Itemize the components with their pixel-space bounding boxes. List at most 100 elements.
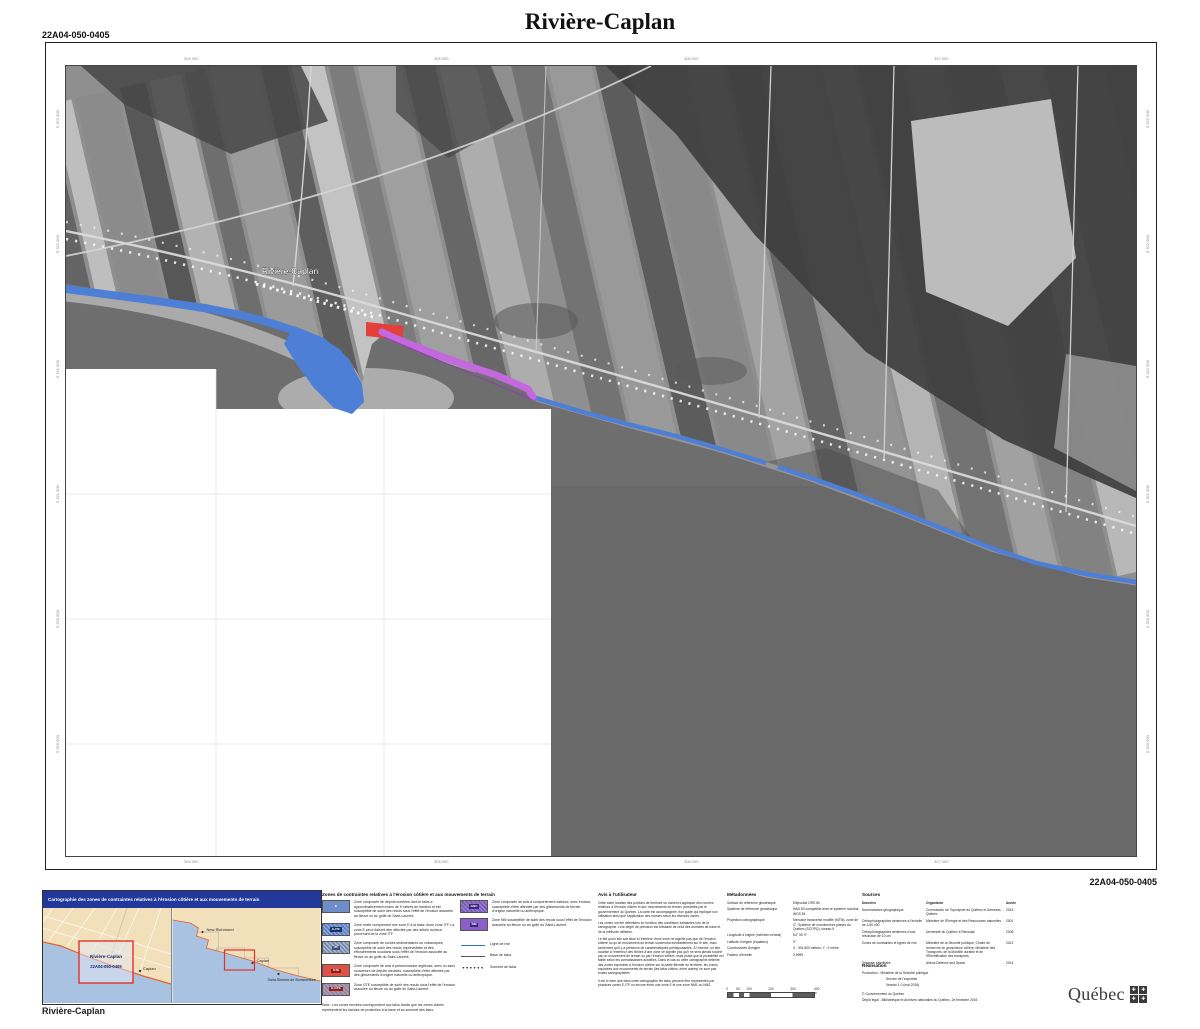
metadata-value: 0,9999 [793, 953, 859, 957]
zone-swatch-nm: NM [460, 918, 488, 931]
metadata-label: Projection cartographique [727, 918, 791, 931]
source-year: 2013 [1006, 908, 1024, 917]
source-org: Ministère de la Sécurité publique; Chair… [926, 941, 1002, 958]
legend-line-item: Ligne de rive [460, 942, 594, 949]
metadata-table: Surface de référence géodésique Ellipsoï… [727, 901, 859, 957]
legend-line-item: ▼▼▼▼▼▼ Sommet de talus [460, 965, 594, 972]
shoreline-symbol [460, 942, 486, 949]
metadata-value: X : 304 800 mètres; Y : 0 mètre [793, 946, 859, 950]
source-org: Commission de Toponymie du Québec et Adr… [926, 908, 1002, 917]
quebec-logo: Québec [1068, 984, 1147, 1005]
sources-table: Données Organisme Année Nomenclature géo… [862, 901, 1032, 965]
sheet-number-top: 22A04-050-0405 [42, 30, 110, 40]
coord-label: 5 321 000 [55, 485, 60, 503]
source-year: 2001 [1006, 919, 1024, 928]
no-data-grid [66, 369, 551, 856]
source-org: Airbus Defence and Space [926, 961, 1002, 965]
locator-inset: Cartographie des zones de contraintes re… [42, 890, 322, 1005]
legend-note: Note : Les zones foncées correspondent a… [322, 1003, 454, 1012]
legend-column-1: E Zone composée de dépôts meubles dont l… [322, 900, 456, 1012]
coord-label: 5 320 500 [55, 610, 60, 628]
legend-item: GTE Zone composée de sols à prédominance… [322, 964, 456, 978]
line-label: Ligne de rive [490, 942, 592, 949]
zone-code: GNC [469, 904, 479, 908]
coord-label: 5 320 500 [1145, 610, 1150, 628]
realisation-line: Production : Ministère de la Sécurité pu… [862, 971, 1052, 975]
metadata-value: Mercator transverse modifié (MTM), zone … [793, 918, 859, 931]
map-area: Rivière-Caplan [65, 65, 1137, 857]
source-data: Orthophotographies aériennes d'une résol… [862, 930, 922, 939]
quebec-flag-icon [1130, 986, 1148, 1004]
coord-label: 5 321 000 [1145, 485, 1150, 503]
source-data: Zones de contraintes et lignes de rive [862, 941, 922, 958]
source-org: Ministère de l'Énergie et des Ressources… [926, 919, 1002, 928]
coord-label: 5 320 000 [55, 735, 60, 753]
zone-swatch-e-gte: E-GTE [322, 983, 350, 996]
zone-swatch-itf: ITF [322, 941, 350, 954]
copyright-line: © Gouvernement du Québec [862, 992, 1052, 996]
line-label: Base de talus [490, 953, 592, 960]
coord-label: 5 320 000 [1145, 735, 1150, 753]
sheet-number-bottom: 22A04-050-0405 [1080, 877, 1157, 887]
coord-label: 304 000 [184, 859, 198, 864]
zone-swatch-e: E [322, 900, 350, 913]
source-data: Nomenclature géographique [862, 908, 922, 917]
coord-label: 5 321 500 [1145, 360, 1150, 378]
avis-paragraph: Les zones ont été délimitées en fonction… [598, 921, 724, 934]
scale-tick: 200 [768, 987, 774, 991]
sources-heading: Sources [862, 892, 880, 897]
sources-col-header: Année [1006, 901, 1024, 905]
legend-item: ITF Zone composée de roches sédimentaire… [322, 941, 456, 959]
realisation-heading: Réalisation [862, 963, 887, 968]
zone-description: Zone composée de sols à prédominance arg… [354, 964, 456, 978]
legend-item: GNC Zone composée de sols à comportement… [460, 900, 594, 914]
scale-tick: 0 [726, 987, 728, 991]
metadata-label: Système de référence géodésique [727, 907, 791, 916]
avis-column: Cette carte localise des portions de ter… [598, 901, 724, 987]
coord-label: 5 321 500 [55, 360, 60, 378]
zone-code: E-GTE [329, 987, 342, 991]
coord-label: 5 322 500 [1145, 110, 1150, 128]
inset-town-saint-simeon: Saint-Siméon-de-Bonaventure [268, 978, 316, 982]
avis-heading: Avis à l'utilisateur [598, 892, 637, 897]
coord-label: 5 322 000 [1145, 235, 1150, 253]
legend-item: E-GTE Zone GTE susceptible de subir des … [322, 983, 456, 996]
realisation-line: Service de l'expertise [886, 977, 1052, 981]
source-org: Université du Québec à Rimouski [926, 930, 1002, 939]
zone-description: Zone composée de sols à comportement sab… [492, 900, 594, 914]
coord-label: 307 000 [934, 56, 948, 61]
realisation-line: Version 1.0 (mai 2016) [886, 983, 1052, 987]
zone-description: Zone GTE susceptible de subir des reculs… [354, 983, 456, 996]
metadata-label: Facteur d'échelle [727, 953, 791, 957]
inset-caption: Rivière-Caplan [42, 1006, 105, 1016]
coord-label: 306 000 [684, 56, 698, 61]
metadata-heading: Métadonnées [727, 892, 756, 897]
metadata-label: Surface de référence géodésique [727, 901, 791, 905]
scale-tick: 100 [746, 987, 752, 991]
zone-description: Zone NM susceptible de subir des reculs … [492, 918, 594, 931]
scale-tick: 50 [736, 987, 740, 991]
legend-heading: Zones de contraintes relatives à l'érosi… [322, 892, 594, 897]
sheet-extent-rectangle [79, 941, 133, 983]
sources-col-header: Données [862, 901, 922, 905]
legend-column-2: GNC Zone composée de sols à comportement… [460, 900, 594, 976]
metadata-label: Latitude d'origine (équateur) [727, 940, 791, 944]
coord-label: 5 322 500 [55, 110, 60, 128]
coord-label: 305 000 [434, 859, 448, 864]
zone-description: Zone composée de dépôts meubles dont le … [354, 900, 456, 918]
legend-line-item: Base de talus [460, 953, 594, 960]
inset-town-caplan2: Caplan [257, 958, 270, 963]
legend-item: NM Zone NM susceptible de subir des recu… [460, 918, 594, 931]
metadata-value: 64° 30' 0" [793, 933, 859, 937]
coord-label: 305 000 [434, 56, 448, 61]
inset-town-caplan: Caplan [143, 966, 156, 971]
metadata-label: Coordonnées d'origine [727, 946, 791, 950]
realisation-block: Production : Ministère de la Sécurité pu… [862, 971, 1052, 1003]
inset-sheet-number: 22A04-050-0405 [90, 964, 122, 969]
legend-item: E Zone composée de dépôts meubles dont l… [322, 900, 456, 918]
legal-deposit-line: Dépôt légal - Bibliothèque et Archives n… [862, 998, 1052, 1002]
aerial-map: Rivière-Caplan [66, 66, 1136, 856]
zone-swatch-gnc: GNC [460, 900, 488, 913]
inset-town-new-richmond: New Richmond [207, 927, 234, 932]
zone-code: NM [470, 923, 478, 927]
